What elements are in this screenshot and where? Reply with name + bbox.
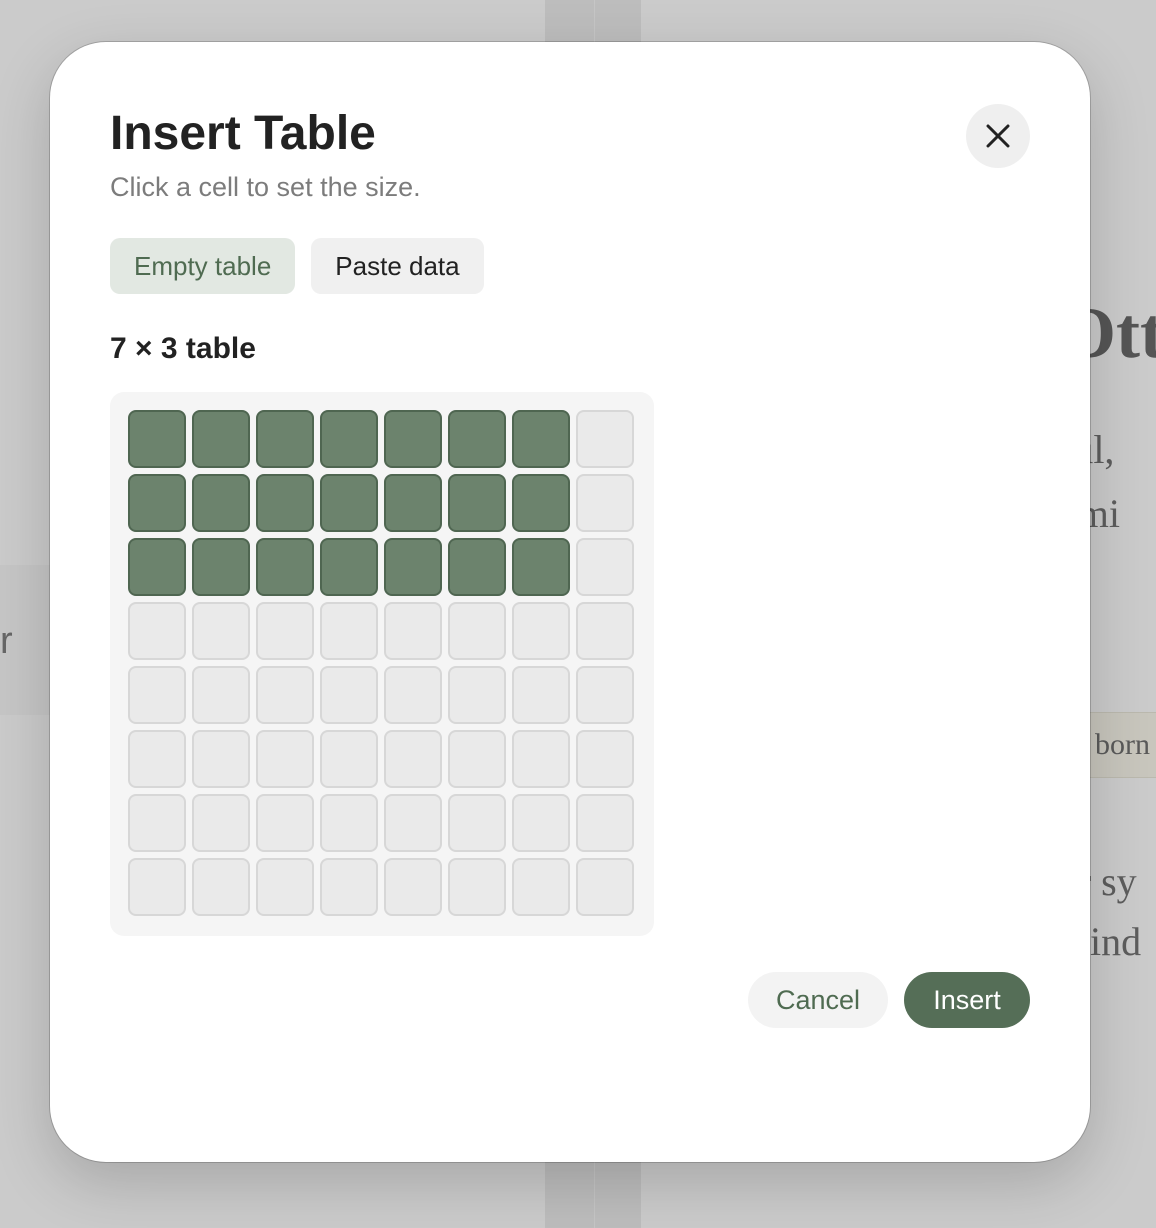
grid-cell[interactable] — [320, 410, 378, 468]
grid-cell[interactable] — [256, 602, 314, 660]
table-size-picker — [110, 392, 654, 936]
grid-cell[interactable] — [448, 730, 506, 788]
grid-cell[interactable] — [512, 410, 570, 468]
grid-cell[interactable] — [512, 730, 570, 788]
grid-cell[interactable] — [128, 410, 186, 468]
grid-cell[interactable] — [512, 474, 570, 532]
grid-cell[interactable] — [256, 474, 314, 532]
grid-cell[interactable] — [512, 858, 570, 916]
grid-cell[interactable] — [256, 858, 314, 916]
grid-cell[interactable] — [384, 730, 442, 788]
insert-button[interactable]: Insert — [904, 972, 1030, 1028]
grid-cell[interactable] — [256, 794, 314, 852]
grid-cell[interactable] — [384, 602, 442, 660]
insert-table-dialog: Insert Table Click a cell to set the siz… — [50, 42, 1090, 1162]
grid-cell[interactable] — [384, 538, 442, 596]
grid-cell[interactable] — [192, 410, 250, 468]
grid-cell[interactable] — [192, 666, 250, 724]
close-button[interactable] — [966, 104, 1030, 168]
grid-cell[interactable] — [128, 730, 186, 788]
grid-cell[interactable] — [448, 474, 506, 532]
grid-cell[interactable] — [128, 858, 186, 916]
grid-cell[interactable] — [128, 474, 186, 532]
grid-cell[interactable] — [384, 794, 442, 852]
background-chip-text: born — [1095, 728, 1150, 761]
table-size-label: 7 × 3 table — [110, 332, 256, 365]
grid-cell[interactable] — [576, 538, 634, 596]
grid-cell[interactable] — [256, 410, 314, 468]
grid-cell[interactable] — [320, 538, 378, 596]
grid-cell[interactable] — [512, 666, 570, 724]
grid-cell[interactable] — [320, 474, 378, 532]
grid-cell[interactable] — [192, 730, 250, 788]
close-icon — [986, 124, 1010, 148]
grid-cell[interactable] — [576, 666, 634, 724]
grid-cell[interactable] — [192, 602, 250, 660]
grid-cell[interactable] — [576, 730, 634, 788]
grid-cell[interactable] — [576, 794, 634, 852]
tab-paste-data[interactable]: Paste data — [311, 238, 484, 294]
mode-tabs: Empty table Paste data — [110, 238, 484, 294]
grid-cell[interactable] — [512, 538, 570, 596]
grid-cell[interactable] — [320, 666, 378, 724]
dialog-title: Insert Table — [110, 107, 376, 160]
grid-cell[interactable] — [192, 538, 250, 596]
grid-cell[interactable] — [512, 794, 570, 852]
grid-cell[interactable] — [256, 730, 314, 788]
grid-cell[interactable] — [128, 794, 186, 852]
grid-cell[interactable] — [384, 474, 442, 532]
grid-cell[interactable] — [448, 794, 506, 852]
grid-cell[interactable] — [384, 858, 442, 916]
grid-cell[interactable] — [192, 474, 250, 532]
grid-cell[interactable] — [320, 794, 378, 852]
grid-cell[interactable] — [448, 602, 506, 660]
grid-cell[interactable] — [256, 538, 314, 596]
grid-cell[interactable] — [384, 410, 442, 468]
grid-cell[interactable] — [192, 858, 250, 916]
grid-cell[interactable] — [576, 410, 634, 468]
cancel-button[interactable]: Cancel — [748, 972, 888, 1028]
grid-cell[interactable] — [128, 538, 186, 596]
size-grid — [128, 410, 634, 916]
grid-cell[interactable] — [256, 666, 314, 724]
grid-cell[interactable] — [448, 410, 506, 468]
grid-cell[interactable] — [448, 666, 506, 724]
grid-cell[interactable] — [448, 858, 506, 916]
grid-cell[interactable] — [576, 474, 634, 532]
grid-cell[interactable] — [512, 602, 570, 660]
grid-cell[interactable] — [576, 602, 634, 660]
grid-cell[interactable] — [576, 858, 634, 916]
grid-cell[interactable] — [192, 794, 250, 852]
grid-cell[interactable] — [448, 538, 506, 596]
dialog-subtitle: Click a cell to set the size. — [110, 172, 421, 202]
tab-empty-table[interactable]: Empty table — [110, 238, 296, 294]
grid-cell[interactable] — [320, 602, 378, 660]
grid-cell[interactable] — [128, 602, 186, 660]
grid-cell[interactable] — [128, 666, 186, 724]
grid-cell[interactable] — [320, 730, 378, 788]
grid-cell[interactable] — [320, 858, 378, 916]
grid-cell[interactable] — [384, 666, 442, 724]
